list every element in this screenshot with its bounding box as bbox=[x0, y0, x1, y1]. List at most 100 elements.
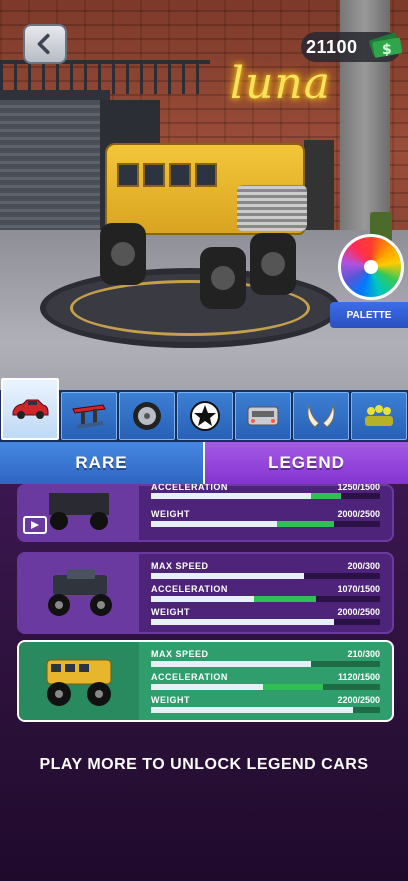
bus-grille bbox=[237, 185, 307, 231]
stat-row: ACCELERATION 1250/1500 bbox=[151, 484, 380, 508]
rarity-tabs: RARE LEGEND bbox=[0, 442, 408, 484]
svg-text:$: $ bbox=[382, 42, 392, 58]
stat-bar bbox=[151, 684, 380, 690]
stat-name: ACCELERATION bbox=[151, 584, 228, 594]
car-list[interactable]: ACCELERATION 1250/1500 WEIGHT 2000/2500 bbox=[0, 484, 408, 881]
chevron-left-icon bbox=[37, 33, 50, 55]
stat-name: WEIGHT bbox=[151, 607, 190, 617]
stat-row: ACCELERATION 1120/1500 bbox=[151, 671, 380, 694]
stat-value: 210/300 bbox=[347, 649, 380, 659]
car-card-selected[interactable]: MAX SPEED 210/300 ACCELERATION 1120/1500… bbox=[17, 640, 394, 722]
currency-display: 21100 $ bbox=[301, 32, 403, 62]
tab-figures[interactable] bbox=[351, 392, 407, 440]
car-card[interactable]: ACCELERATION 1250/1500 WEIGHT 2000/2500 bbox=[17, 484, 394, 542]
star-decal-icon bbox=[190, 401, 220, 431]
garage-scene: luna 21100 $ PALETTE bbox=[0, 0, 408, 390]
stat-bar-boost bbox=[311, 493, 342, 499]
category-tab-bar bbox=[0, 378, 408, 442]
stat-row: MAX SPEED 210/300 bbox=[151, 648, 380, 671]
stat-bar-boost bbox=[276, 521, 335, 527]
stat-name: MAX SPEED bbox=[151, 649, 209, 659]
palette-button[interactable]: PALETTE bbox=[330, 234, 408, 328]
car-image bbox=[48, 569, 112, 616]
horns-icon bbox=[307, 404, 335, 428]
tab-decal[interactable] bbox=[177, 392, 233, 440]
stat-bar bbox=[151, 707, 380, 713]
stat-bar bbox=[151, 493, 380, 499]
figures-icon bbox=[365, 405, 393, 426]
stat-bar bbox=[151, 573, 380, 579]
tab-legend[interactable]: LEGEND bbox=[205, 442, 408, 484]
bus-window bbox=[195, 163, 217, 187]
stat-bar bbox=[151, 661, 380, 667]
stat-name: WEIGHT bbox=[151, 695, 190, 705]
stat-name: MAX SPEED bbox=[151, 561, 209, 571]
garage-door bbox=[0, 90, 110, 230]
car-stats: MAX SPEED 210/300 ACCELERATION 1120/1500… bbox=[139, 642, 392, 720]
stat-bar bbox=[151, 619, 380, 625]
stat-bar bbox=[151, 521, 380, 527]
stat-row: WEIGHT 2200/2500 bbox=[151, 694, 380, 717]
stat-name: WEIGHT bbox=[151, 509, 190, 519]
neon-sign: luna bbox=[230, 58, 331, 109]
stat-value: 1120/1500 bbox=[337, 672, 380, 682]
car-thumbnail bbox=[19, 642, 139, 720]
unlock-message: PLAY MORE TO UNLOCK LEGEND CARS bbox=[39, 756, 369, 773]
stat-bar-fill bbox=[151, 619, 335, 625]
wheel bbox=[250, 233, 296, 295]
stat-bar bbox=[151, 596, 380, 602]
stat-value: 2200/2500 bbox=[337, 695, 380, 705]
stat-bar-fill bbox=[151, 573, 305, 579]
car-card[interactable]: MAX SPEED 200/300 ACCELERATION 1070/1500… bbox=[17, 552, 394, 634]
stat-value: 2000/2500 bbox=[337, 607, 380, 617]
palette-label: PALETTE bbox=[330, 302, 408, 328]
car-image bbox=[46, 659, 112, 706]
stat-bar-boost bbox=[263, 684, 323, 690]
tab-rims[interactable] bbox=[119, 392, 175, 440]
stat-bar-fill bbox=[151, 707, 353, 713]
stat-value: 1070/1500 bbox=[337, 584, 380, 594]
tab-horns[interactable] bbox=[293, 392, 349, 440]
bus-window bbox=[169, 163, 191, 187]
tab-car-body[interactable] bbox=[1, 378, 59, 440]
railing bbox=[0, 60, 210, 94]
stat-value: 200/300 bbox=[347, 561, 380, 571]
tab-bumper[interactable] bbox=[235, 392, 291, 440]
stat-value: 1250/1500 bbox=[337, 484, 380, 492]
spoiler-icon bbox=[72, 404, 106, 429]
car-thumbnail bbox=[19, 554, 139, 632]
red-car-icon bbox=[12, 399, 49, 419]
stat-bar-fill bbox=[151, 596, 255, 602]
stat-bar-fill bbox=[151, 521, 277, 527]
video-ad-icon[interactable] bbox=[23, 516, 47, 534]
stat-bar-fill bbox=[151, 684, 264, 690]
wheel bbox=[200, 247, 246, 309]
stat-name: ACCELERATION bbox=[151, 484, 228, 492]
bumper-icon bbox=[247, 406, 279, 426]
bus-body bbox=[105, 143, 307, 235]
stat-bar-fill bbox=[151, 493, 312, 499]
stat-value: 2000/2500 bbox=[337, 509, 380, 519]
stat-name: ACCELERATION bbox=[151, 672, 228, 682]
stat-row: WEIGHT 2000/2500 bbox=[151, 508, 380, 531]
car-thumbnail bbox=[19, 486, 139, 540]
currency-amount: 21100 bbox=[306, 36, 358, 57]
back-button[interactable] bbox=[23, 24, 67, 64]
tab-rare[interactable]: RARE bbox=[0, 442, 205, 484]
car-stats: MAX SPEED 200/300 ACCELERATION 1070/1500… bbox=[139, 554, 392, 632]
car-stats: ACCELERATION 1250/1500 WEIGHT 2000/2500 bbox=[139, 484, 392, 540]
monster-bus-vehicle[interactable] bbox=[100, 135, 320, 309]
stat-row: WEIGHT 2000/2500 bbox=[151, 606, 380, 629]
color-wheel-icon bbox=[338, 234, 404, 300]
tab-spoiler[interactable] bbox=[61, 392, 117, 440]
rim-icon bbox=[133, 402, 161, 430]
bus-window bbox=[143, 163, 165, 187]
stat-bar-fill bbox=[151, 661, 312, 667]
bus-window bbox=[117, 163, 139, 187]
cash-icon: $ bbox=[369, 32, 403, 58]
car-image bbox=[49, 493, 109, 530]
wheel bbox=[100, 223, 146, 285]
stat-row: MAX SPEED 200/300 bbox=[151, 560, 380, 583]
stat-row: ACCELERATION 1070/1500 bbox=[151, 583, 380, 606]
stat-bar-boost bbox=[254, 596, 316, 602]
